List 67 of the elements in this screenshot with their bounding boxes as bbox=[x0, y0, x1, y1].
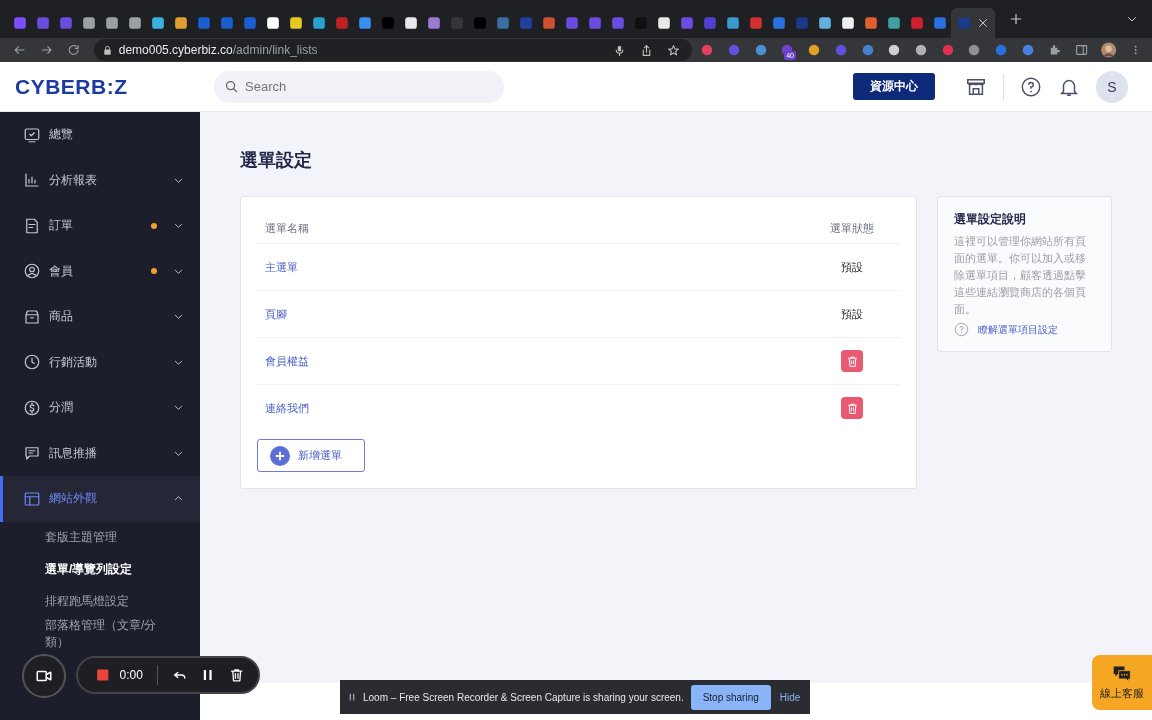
column-header: 選單狀態 bbox=[829, 220, 875, 236]
help-icon bbox=[954, 322, 969, 337]
chat-button[interactable]: 線上客服 bbox=[1092, 655, 1152, 710]
side-panel-icon[interactable] bbox=[1075, 43, 1089, 57]
puzzle-icon[interactable] bbox=[1048, 43, 1062, 57]
menu-icon bbox=[23, 216, 41, 235]
sidebar-item[interactable]: 訊息推播 bbox=[0, 430, 200, 476]
menu-icon bbox=[23, 444, 41, 463]
sidebar-item[interactable]: 總覽 bbox=[0, 112, 200, 158]
logo: CYBERB:Z bbox=[15, 74, 129, 99]
status-text: 預設 bbox=[841, 259, 863, 275]
menu-icon bbox=[23, 489, 41, 508]
help-link[interactable]: 瞭解選單項目設定 bbox=[978, 322, 1058, 337]
column-header: 選單名稱 bbox=[265, 220, 310, 236]
help-text: 這裡可以管理你網站所有頁面的選單。你可以加入或移除選單項目，顧客透過點擊這些連結瀏覽商店的各個頁面。 bbox=[954, 234, 1087, 317]
trash-icon[interactable] bbox=[228, 667, 244, 683]
delete-button[interactable] bbox=[841, 397, 863, 419]
drag-handle-icon bbox=[348, 691, 356, 703]
star-icon[interactable] bbox=[667, 43, 681, 57]
hide-button[interactable]: Hide bbox=[777, 691, 803, 703]
recording-timer: 0:00 bbox=[119, 668, 143, 682]
help-icon[interactable] bbox=[1020, 75, 1042, 98]
forward-icon[interactable] bbox=[40, 43, 54, 57]
pause-icon[interactable] bbox=[201, 668, 215, 682]
sidebar-subitem[interactable]: 選單/導覽列設定 bbox=[0, 553, 200, 586]
page-title: 選單設定 bbox=[240, 149, 313, 172]
close-icon[interactable] bbox=[977, 17, 989, 29]
sidebar-item[interactable]: 行銷活動 bbox=[0, 339, 200, 385]
menu-link[interactable]: 連絡我們 bbox=[265, 400, 812, 416]
reload-icon[interactable] bbox=[67, 43, 81, 57]
search-icon bbox=[224, 78, 239, 94]
plus-circle-icon bbox=[270, 445, 290, 466]
menu-icon bbox=[23, 398, 41, 417]
menu-icon bbox=[23, 307, 41, 326]
avatar[interactable]: S bbox=[1096, 70, 1128, 103]
sidebar-item[interactable]: 分析報表 bbox=[0, 157, 200, 203]
address-bar[interactable]: demo005.cyberbiz.co/admin/link_lists bbox=[93, 39, 693, 61]
menu-icon bbox=[23, 353, 41, 372]
search-field[interactable]: Search bbox=[214, 70, 504, 103]
url-text: demo005.cyberbiz.co/admin/link_lists bbox=[118, 43, 318, 57]
status-text: 預設 bbox=[841, 306, 863, 322]
lock-icon bbox=[101, 44, 113, 56]
stop-sharing-button[interactable]: Stop sharing bbox=[690, 684, 771, 710]
sidebar-subitem[interactable]: 排程跑馬燈設定 bbox=[0, 585, 200, 618]
trash-icon bbox=[845, 354, 859, 368]
menu-icon bbox=[23, 262, 41, 281]
sidebar-subitem[interactable]: 部落格管理（文章/分類） bbox=[0, 617, 200, 650]
menu-link[interactable]: 頁腳 bbox=[265, 306, 812, 322]
resource-center-button[interactable]: 資源中心 bbox=[853, 73, 935, 100]
add-menu-button[interactable]: 新增選單 bbox=[257, 439, 365, 472]
sharing-message: Loom – Free Screen Recorder & Screen Capture is sharing your screen. bbox=[363, 691, 684, 703]
new-tab-icon[interactable] bbox=[1009, 12, 1023, 26]
help-title: 選單設定說明 bbox=[954, 211, 1027, 228]
menu-link[interactable]: 主選單 bbox=[265, 259, 812, 275]
menu-icon bbox=[23, 171, 41, 190]
trash-icon bbox=[845, 401, 859, 415]
menu-icon bbox=[23, 125, 41, 144]
sidebar-item[interactable]: 訂單 bbox=[0, 203, 200, 249]
back-icon[interactable] bbox=[13, 43, 27, 57]
stop-record-icon[interactable] bbox=[96, 668, 110, 682]
sidebar-item[interactable]: 網站外觀 bbox=[0, 476, 200, 522]
menu-link[interactable]: 會員權益 bbox=[265, 353, 812, 369]
sidebar-item[interactable]: 會員 bbox=[0, 248, 200, 294]
sidebar-subitem[interactable]: 套版主題管理 bbox=[0, 521, 200, 554]
delete-button[interactable] bbox=[841, 350, 863, 372]
sidebar-item[interactable]: 分潤 bbox=[0, 385, 200, 431]
sidebar-item[interactable]: 商品 bbox=[0, 294, 200, 340]
